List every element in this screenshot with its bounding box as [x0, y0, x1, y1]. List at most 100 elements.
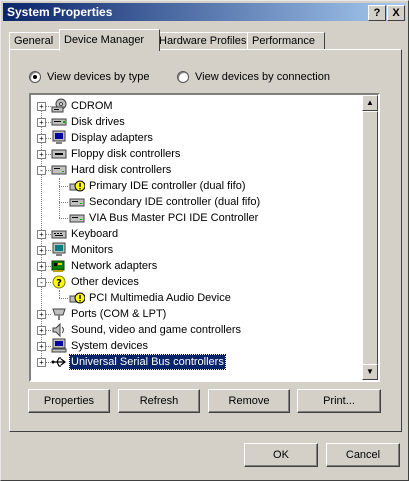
device-category[interactable]: CDROM — [51, 98, 114, 114]
expand-toggle[interactable]: + — [37, 134, 46, 143]
refresh-button[interactable]: Refresh — [118, 389, 200, 413]
device-category[interactable]: Floppy disk controllers — [51, 146, 181, 162]
cdrom-icon — [51, 98, 67, 114]
properties-button[interactable]: Properties — [28, 389, 110, 413]
scroll-thumb[interactable] — [362, 111, 378, 366]
help-button[interactable]: ? — [368, 5, 386, 21]
question-icon: ? — [51, 274, 67, 290]
device-item[interactable]: VIA Bus Master PCI IDE Controller — [69, 210, 259, 226]
scroll-up-button[interactable]: ▲ — [362, 95, 378, 111]
expand-toggle[interactable]: + — [37, 230, 46, 239]
device-category[interactable]: Sound, video and game controllers — [51, 322, 242, 338]
device-category[interactable]: Keyboard — [51, 226, 119, 242]
tree-connector — [59, 218, 68, 219]
tab-performance[interactable]: Performance — [247, 32, 325, 50]
device-label: CDROM — [71, 100, 113, 112]
tab-general[interactable]: General — [9, 32, 63, 50]
tree-connector — [59, 186, 68, 187]
device-category[interactable]: System devices — [51, 338, 149, 354]
print-button[interactable]: Print... — [297, 389, 381, 413]
expand-toggle[interactable]: + — [37, 150, 46, 159]
device-item[interactable]: PCI Multimedia Audio Device — [69, 290, 232, 306]
expand-toggle[interactable]: + — [37, 246, 46, 255]
scroll-down-button[interactable]: ▼ — [362, 364, 378, 380]
expand-toggle[interactable]: + — [37, 326, 46, 335]
ok-button[interactable]: OK — [244, 443, 318, 467]
window-title: System Properties — [7, 5, 113, 19]
remove-button[interactable]: Remove — [208, 389, 290, 413]
usb-icon — [51, 354, 67, 370]
collapse-toggle[interactable]: - — [37, 278, 46, 287]
device-category[interactable]: Network adapters — [51, 258, 158, 274]
expand-toggle[interactable]: + — [37, 358, 46, 367]
radio-dot[interactable] — [177, 71, 189, 83]
svg-text:?: ? — [56, 278, 62, 289]
radio-dot-selected[interactable] — [29, 71, 41, 83]
tree-connector — [46, 138, 51, 139]
monitor-icon — [51, 242, 67, 258]
sound-icon — [51, 322, 67, 338]
device-label: Secondary IDE controller (dual fifo) — [89, 196, 261, 208]
system-properties-window: System Properties ? X General Device Man… — [0, 0, 409, 481]
tree-connector — [46, 234, 51, 235]
device-item[interactable]: Primary IDE controller (dual fifo) — [69, 178, 247, 194]
tree-connector — [46, 170, 51, 171]
device-label: Disk drives — [71, 116, 125, 128]
tree-connector — [46, 122, 51, 123]
title-bar[interactable]: System Properties ? X — [3, 3, 406, 21]
tree-connector — [46, 282, 51, 283]
device-label: System devices — [71, 340, 149, 352]
device-category[interactable]: Disk drives — [51, 114, 126, 130]
expand-toggle[interactable]: + — [37, 310, 46, 319]
device-label: Floppy disk controllers — [71, 148, 181, 160]
device-tree[interactable]: CDROM + Disk drives + Display adapters + Flopp… — [29, 93, 380, 382]
device-category[interactable]: Monitors — [51, 242, 114, 258]
tab-hardware-profiles[interactable]: Hardware Profiles — [154, 32, 255, 50]
cancel-button[interactable]: Cancel — [326, 443, 400, 467]
radio-view-by-type-label: View devices by type — [47, 71, 150, 83]
radio-view-by-connection[interactable]: View devices by connection — [177, 70, 330, 84]
tree-connector — [46, 266, 51, 267]
hard-disk-controller-icon — [51, 162, 67, 178]
network-adapter-icon — [51, 258, 67, 274]
tree-connector — [46, 346, 51, 347]
device-label: Keyboard — [71, 228, 119, 240]
warning-icon — [69, 290, 86, 306]
device-label: Display adapters — [71, 132, 153, 144]
tree-connector — [59, 298, 68, 299]
device-tree-rows: CDROM + Disk drives + Display adapters + Flopp… — [31, 95, 362, 380]
device-category[interactable]: Ports (COM & LPT) — [51, 306, 167, 322]
display-adapter-icon — [51, 130, 67, 146]
device-label: Other devices — [71, 276, 139, 288]
system-device-icon — [51, 338, 67, 354]
ide-controller-icon — [69, 194, 85, 210]
close-button[interactable]: X — [387, 5, 405, 21]
collapse-toggle[interactable]: - — [37, 166, 46, 175]
floppy-controller-icon — [51, 146, 67, 162]
device-category[interactable]: Hard disk controllers — [51, 162, 172, 178]
expand-toggle[interactable]: + — [37, 102, 46, 111]
expand-toggle[interactable]: + — [37, 118, 46, 127]
device-label: Primary IDE controller (dual fifo) — [89, 180, 246, 192]
tree-connector — [59, 290, 60, 298]
radio-view-by-type[interactable]: View devices by type — [29, 70, 150, 84]
device-label: Sound, video and game controllers — [71, 324, 241, 336]
vertical-scrollbar[interactable]: ▲ ▼ — [362, 95, 378, 380]
expand-toggle[interactable]: + — [37, 342, 46, 351]
device-category[interactable]: Display adapters — [51, 130, 154, 146]
device-label: PCI Multimedia Audio Device — [89, 292, 231, 304]
tab-device-manager[interactable]: Device Manager — [59, 29, 160, 51]
keyboard-icon — [51, 226, 67, 242]
device-category[interactable]: Universal Serial Bus controllers — [51, 354, 226, 370]
device-label: VIA Bus Master PCI IDE Controller — [89, 212, 259, 224]
tree-connector — [46, 154, 51, 155]
device-category[interactable]: ? Other devices — [51, 274, 140, 290]
tree-connector — [46, 362, 51, 363]
device-item[interactable]: Secondary IDE controller (dual fifo) — [69, 194, 261, 210]
tree-connector — [46, 314, 51, 315]
expand-toggle[interactable]: + — [37, 262, 46, 271]
disk-drive-icon — [51, 114, 67, 130]
device-label: Universal Serial Bus controllers — [69, 354, 226, 370]
device-label: Monitors — [71, 244, 114, 256]
tree-connector — [46, 250, 51, 251]
